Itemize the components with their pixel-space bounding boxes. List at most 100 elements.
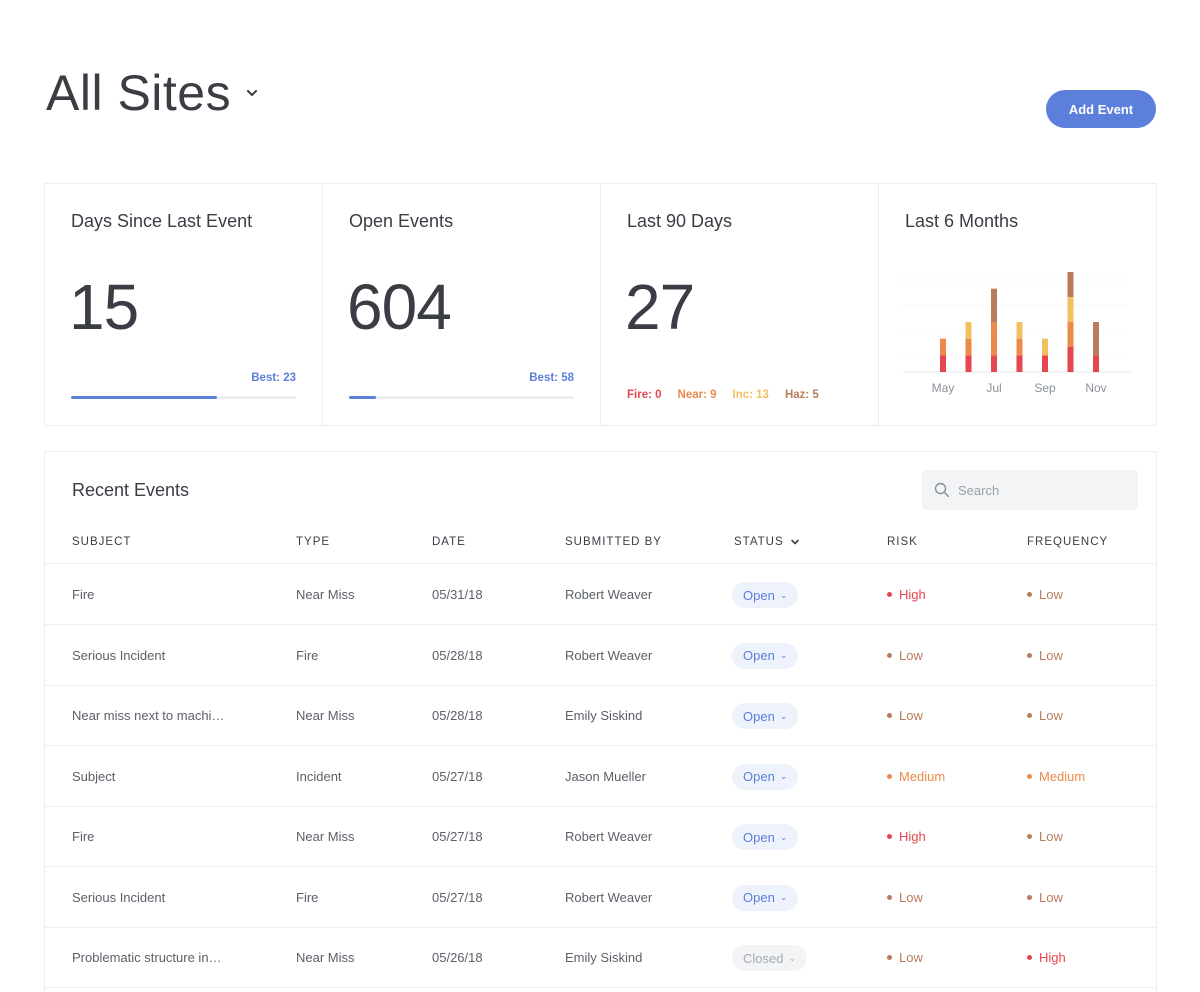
chevron-down-icon (247, 90, 258, 96)
status-label: Open (743, 890, 775, 905)
bar-segment-oct-3 (1067, 272, 1074, 297)
search-icon (934, 482, 950, 498)
level-label: High (899, 587, 926, 602)
risk-level: High (887, 829, 926, 844)
stat-value: 15 (69, 271, 139, 343)
cell-date: 05/27/18 (432, 768, 483, 784)
cell-subject: Subject (72, 768, 116, 784)
cell-date: 05/28/18 (432, 708, 483, 723)
level-label: High (1039, 950, 1066, 965)
table-row[interactable]: Serious Incident Fire 05/27/18 Robert Weave… (45, 868, 1156, 928)
status-dropdown[interactable]: Open ⌄ (732, 824, 799, 850)
chevron-down-icon: ⌄ (779, 589, 788, 600)
recent-events-panel: Recent Events SUBJECT TYPE DATE SUBMITTE… (44, 451, 1157, 992)
column-header-status[interactable]: STATUS (734, 536, 800, 548)
cell-submitted-by: Robert Weaver (565, 829, 653, 844)
cell-subject: Fire (72, 587, 95, 602)
bar-segment-oct-0 (1067, 347, 1074, 372)
level-label: Medium (899, 768, 946, 784)
level-label: Low (899, 889, 923, 905)
status-label: Closed (743, 950, 784, 966)
breakdown-fire: Fire: 0 (627, 389, 662, 401)
cell-subject: Fire (72, 829, 95, 844)
search-box[interactable] (922, 470, 1138, 510)
frequency-level: High (1027, 950, 1066, 965)
bar-segment-jul-0 (991, 355, 997, 372)
x-tick-label: Jul (986, 381, 1001, 395)
cell-type: Near Miss (296, 829, 355, 844)
status-dropdown[interactable]: Open ⌄ (732, 884, 799, 911)
level-dot-icon (887, 592, 892, 597)
level-label: Low (1039, 647, 1063, 663)
level-label: Low (1039, 587, 1063, 602)
stat-value: 604 (347, 271, 452, 343)
risk-level: High (887, 587, 926, 602)
x-tick-label: Nov (1085, 381, 1106, 395)
bar-segment-nov-0 (1093, 355, 1099, 372)
column-header-submitted-by[interactable]: SUBMITTED BY (565, 536, 662, 548)
table-row[interactable]: Fire Near Miss 05/31/18 Robert Weaver Open ⌄ H… (45, 565, 1156, 625)
chevron-down-icon: ⌄ (788, 952, 797, 963)
column-header-frequency[interactable]: FREQUENCY (1027, 536, 1108, 548)
column-header-subject[interactable]: SUBJECT (72, 536, 131, 548)
status-dropdown[interactable]: Open ⌄ (732, 763, 799, 790)
status-dropdown[interactable]: Closed ⌄ (732, 945, 808, 971)
risk-level: Medium (887, 769, 945, 784)
cell-type: Fire (296, 647, 319, 663)
cell-type: Near Miss (296, 708, 355, 723)
table-row[interactable]: Fire Near Miss 05/27/18 Robert Weaver Open ⌄ H… (45, 807, 1156, 867)
progress-track (71, 396, 296, 399)
level-label: Low (1039, 829, 1063, 844)
cell-submitted-by: Robert Weaver (565, 889, 653, 905)
site-selector[interactable]: All Sites (46, 64, 259, 122)
cell-type: Fire (296, 889, 319, 905)
level-label: High (899, 829, 926, 844)
risk-level: Low (887, 890, 923, 905)
cell-subject: Serious Incident (72, 647, 166, 663)
cell-date: 05/31/18 (432, 587, 483, 602)
bar-segment-jun-1 (965, 338, 972, 356)
level-dot-icon (887, 955, 892, 960)
bar-segment-nov-3 (1093, 322, 1099, 356)
stat-days-since-last-event: Days Since Last Event 15 Best: 23 (45, 184, 323, 425)
table-row[interactable]: Problematic structure in… Near Miss 05/26/… (45, 928, 1156, 988)
page-title: All Sites (46, 65, 232, 121)
column-header-type[interactable]: TYPE (296, 536, 330, 548)
frequency-level: Medium (1027, 769, 1085, 784)
cell-submitted-by: Jason Mueller (565, 768, 646, 784)
cell-submitted-by: Robert Weaver (565, 587, 653, 602)
cell-submitted-by: Emily Siskind (565, 950, 643, 965)
stat-last-6-months: Last 6 Months May Jul Sep Nov (879, 184, 1156, 425)
column-header-date[interactable]: DATE (432, 536, 466, 548)
bar-segment-may-0 (940, 355, 946, 372)
search-input[interactable] (958, 482, 1128, 498)
level-label: Low (899, 708, 923, 723)
table-row[interactable]: Near miss next to machi… Near Miss 05/28/1… (45, 686, 1156, 746)
section-title: Recent Events (72, 480, 190, 500)
table-row[interactable]: Serious Incident Fire 05/28/18 Robert Weave… (45, 626, 1156, 686)
table-row[interactable]: Subject Incident 05/27/18 Jason Mueller Open… (45, 747, 1156, 807)
risk-level: Low (887, 950, 923, 965)
chevron-down-icon: ⌄ (779, 710, 788, 721)
stat-open-events: Open Events 604 Best: 58 (323, 184, 601, 425)
level-label: Medium (1039, 768, 1086, 784)
status-dropdown[interactable]: Open ⌄ (732, 642, 799, 669)
status-dropdown[interactable]: Open ⌄ (732, 703, 799, 729)
column-header-risk[interactable]: RISK (887, 536, 918, 548)
stat-title: Days Since Last Event (71, 211, 253, 231)
stat-last-90-days: Last 90 Days 27 Fire: 0 Near: 9 Inc: 13 … (601, 184, 879, 425)
frequency-level: Low (1027, 890, 1063, 905)
level-dot-icon (1027, 955, 1032, 960)
bar-segment-jun-0 (965, 355, 972, 372)
x-tick-label: May (932, 381, 955, 395)
level-label: Low (899, 950, 923, 965)
level-dot-icon (1027, 592, 1032, 597)
bar-segment-sep-0 (1042, 355, 1048, 372)
add-event-button[interactable]: Add Event (1046, 90, 1156, 128)
status-label: Open (743, 769, 775, 784)
status-dropdown[interactable]: Open ⌄ (732, 582, 799, 608)
level-dot-icon (887, 773, 892, 779)
stat-title: Last 6 Months (905, 211, 1019, 231)
status-label: Open (743, 708, 775, 724)
level-dot-icon (1027, 894, 1032, 900)
